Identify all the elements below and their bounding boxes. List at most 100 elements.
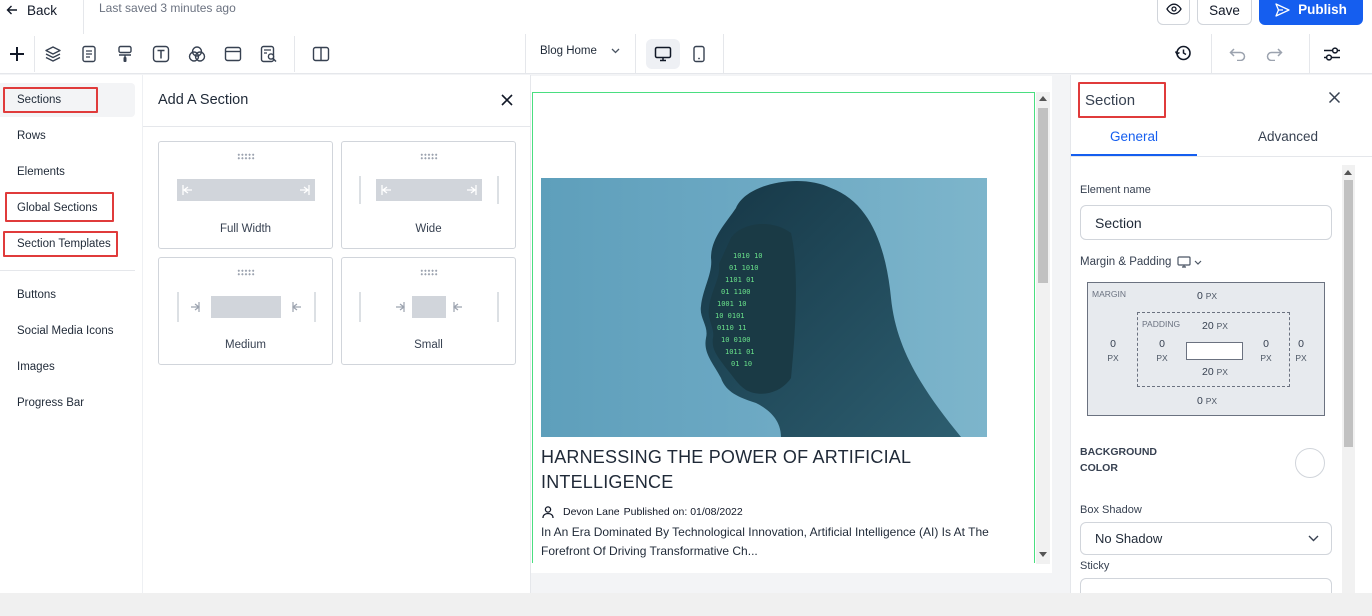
svg-text:1001 10: 1001 10 — [717, 300, 747, 308]
redo-icon[interactable] — [1262, 42, 1286, 66]
paint-roller-icon[interactable] — [113, 42, 137, 66]
scrollbar-thumb[interactable] — [1344, 180, 1353, 447]
text-icon[interactable] — [149, 42, 173, 66]
divider — [83, 0, 84, 34]
margin-box[interactable]: MARGIN 0 PX 0 PX 0 PX 0 PX PADDING 20 PX 0… — [1087, 282, 1325, 416]
saved-status: Last saved 3 minutes ago — [99, 1, 236, 15]
send-icon — [1275, 2, 1290, 17]
add-section-panel: Add A Section Full Width Wide Medium Sma… — [143, 75, 531, 593]
margin-top[interactable]: 0 PX — [1193, 290, 1221, 302]
scrollbar-thumb[interactable] — [1038, 108, 1048, 283]
save-label: Save — [1209, 3, 1240, 18]
settings-sliders-icon[interactable] — [1320, 42, 1344, 66]
padding-right-value: 0 — [1263, 338, 1269, 350]
sidebar-item-social-media-icons[interactable]: Social Media Icons — [17, 325, 114, 337]
back-button[interactable]: Back — [6, 1, 57, 19]
element-name-label: Element name — [1080, 184, 1151, 196]
left-sidebar: Sections Rows Elements Global Sections S… — [0, 75, 143, 593]
sidebar-item-elements[interactable]: Elements — [17, 166, 65, 178]
highlight-section-templates — [3, 231, 118, 257]
page-select[interactable]: Blog Home — [540, 45, 620, 57]
section-option-small[interactable]: Small — [341, 257, 516, 365]
unit-label: PX — [1156, 353, 1168, 363]
svg-text:10 0100: 10 0100 — [721, 336, 751, 344]
divider — [1071, 156, 1372, 157]
divider — [34, 36, 35, 72]
padding-left[interactable]: 0 PX — [1151, 337, 1173, 365]
scroll-up-icon[interactable] — [1344, 170, 1352, 175]
option-label: Full Width — [219, 223, 272, 235]
post-excerpt: In An Era Dominated By Technological Inn… — [541, 525, 989, 558]
element-name-input[interactable]: Section — [1080, 205, 1332, 240]
sidebar-item-progress-bar[interactable]: Progress Bar — [17, 397, 84, 409]
chevron-down-icon — [1308, 535, 1319, 542]
padding-bottom-value: 20 — [1202, 366, 1214, 378]
desktop-view-button[interactable] — [646, 39, 680, 69]
tab-advanced[interactable]: Advanced — [1217, 129, 1359, 156]
tab-general[interactable]: General — [1071, 129, 1197, 156]
canvas-scrollbar[interactable] — [1036, 92, 1050, 564]
box-shadow-value: No Shadow — [1095, 531, 1163, 546]
content-box — [1186, 342, 1243, 360]
sidebar-item-buttons[interactable]: Buttons — [17, 289, 56, 301]
sidebar-item-images[interactable]: Images — [17, 361, 55, 373]
eye-icon — [1165, 3, 1182, 15]
svg-text:01 1010: 01 1010 — [729, 264, 759, 272]
padding-label: PADDING — [1142, 319, 1181, 329]
publish-button[interactable]: Publish — [1259, 0, 1363, 25]
scroll-down-icon[interactable] — [1039, 552, 1047, 557]
device-dropdown[interactable] — [1177, 256, 1202, 268]
sidebar-item-rows[interactable]: Rows — [17, 130, 46, 142]
unit-label: PX — [1260, 353, 1272, 363]
post-title: HARNESSING THE POWER OF ARTIFICIAL INTEL… — [541, 447, 911, 492]
add-element-icon[interactable] — [5, 42, 29, 66]
divider — [635, 34, 636, 74]
medium-preview-icon — [177, 292, 317, 322]
browser-window-icon[interactable] — [221, 42, 245, 66]
preview-button[interactable] — [1157, 0, 1190, 25]
full-width-preview-icon — [177, 179, 315, 201]
history-icon[interactable] — [1171, 41, 1195, 65]
background-color-swatch[interactable] — [1295, 448, 1325, 478]
undo-icon[interactable] — [1226, 42, 1250, 66]
split-view-icon[interactable] — [309, 42, 333, 66]
mobile-view-icon[interactable] — [687, 42, 711, 66]
padding-box[interactable]: PADDING 20 PX 0 PX 0 PX 20 PX — [1137, 312, 1290, 387]
margin-right[interactable]: 0 PX — [1290, 337, 1312, 365]
close-icon[interactable] — [1328, 91, 1341, 104]
drag-grip-icon — [420, 153, 438, 160]
back-label: Back — [27, 2, 58, 18]
wide-preview-icon — [359, 176, 499, 204]
arrow-left-icon — [6, 4, 18, 16]
highlight-global-sections — [5, 192, 114, 222]
pages-icon[interactable] — [77, 42, 101, 66]
page-search-icon[interactable] — [257, 42, 281, 66]
drag-grip-icon — [237, 269, 255, 276]
padding-right[interactable]: 0 PX — [1255, 337, 1277, 365]
padding-bottom[interactable]: 20 PX — [1199, 366, 1231, 378]
color-circles-icon[interactable] — [185, 42, 209, 66]
margin-bottom[interactable]: 0 PX — [1193, 395, 1221, 407]
margin-bottom-value: 0 — [1196, 395, 1203, 407]
drag-grip-icon — [420, 269, 438, 276]
section-option-medium[interactable]: Medium — [158, 257, 333, 365]
padding-top[interactable]: 20 PX — [1199, 320, 1231, 332]
sticky-label: Sticky — [1080, 560, 1110, 572]
section-option-wide[interactable]: Wide — [341, 141, 516, 249]
chevron-down-icon — [611, 48, 620, 54]
margin-left[interactable]: 0 PX — [1102, 337, 1124, 365]
scroll-up-icon[interactable] — [1039, 96, 1047, 101]
save-button[interactable]: Save — [1197, 0, 1252, 25]
section-option-full-width[interactable]: Full Width — [158, 141, 333, 249]
layers-icon[interactable] — [41, 42, 65, 66]
box-shadow-select[interactable]: No Shadow — [1080, 522, 1332, 555]
unit-label: PX — [1205, 291, 1218, 301]
margin-padding-header: Margin & Padding — [1080, 256, 1202, 268]
page-section[interactable]: 1010 10 01 1010 1101 01 01 1100 1001 10 10 0… — [532, 92, 1035, 563]
post-image[interactable]: 1010 10 01 1010 1101 01 01 1100 1001 10 10 0… — [541, 178, 987, 437]
panel-scrollbar[interactable] — [1342, 165, 1355, 593]
post-meta: Devon Lane Published on: 01/08/2022 — [541, 505, 743, 519]
desktop-icon — [654, 46, 672, 62]
close-icon[interactable] — [500, 93, 514, 107]
svg-text:1010 10: 1010 10 — [733, 252, 763, 260]
